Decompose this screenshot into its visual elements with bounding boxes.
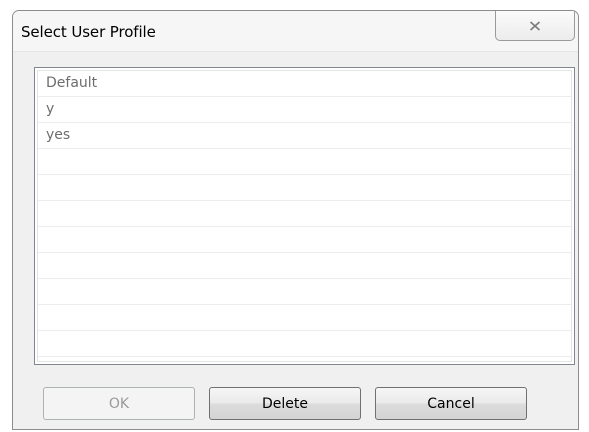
ok-button[interactable]: OK <box>43 387 195 420</box>
list-item-empty <box>38 149 571 175</box>
list-item-empty <box>38 227 571 253</box>
list-item-empty <box>38 331 571 357</box>
list-item[interactable]: Default <box>38 71 571 97</box>
list-item[interactable]: yes <box>38 123 571 149</box>
list-item-empty <box>38 305 571 331</box>
delete-button[interactable]: Delete <box>209 387 361 420</box>
list-item-empty <box>38 201 571 227</box>
profile-list[interactable]: Default y yes <box>34 67 575 365</box>
list-item-empty <box>38 279 571 305</box>
select-user-profile-dialog: Select User Profile Default y yes OK Del… <box>12 10 579 430</box>
list-item[interactable]: y <box>38 97 571 123</box>
title-bar[interactable]: Select User Profile <box>13 11 578 52</box>
profile-list-inner: Default y yes <box>37 70 572 362</box>
list-item-empty <box>38 175 571 201</box>
cancel-button[interactable]: Cancel <box>375 387 527 420</box>
list-item-empty <box>38 253 571 279</box>
dialog-title: Select User Profile <box>21 23 156 41</box>
close-icon <box>529 20 541 31</box>
close-button[interactable] <box>495 11 575 41</box>
